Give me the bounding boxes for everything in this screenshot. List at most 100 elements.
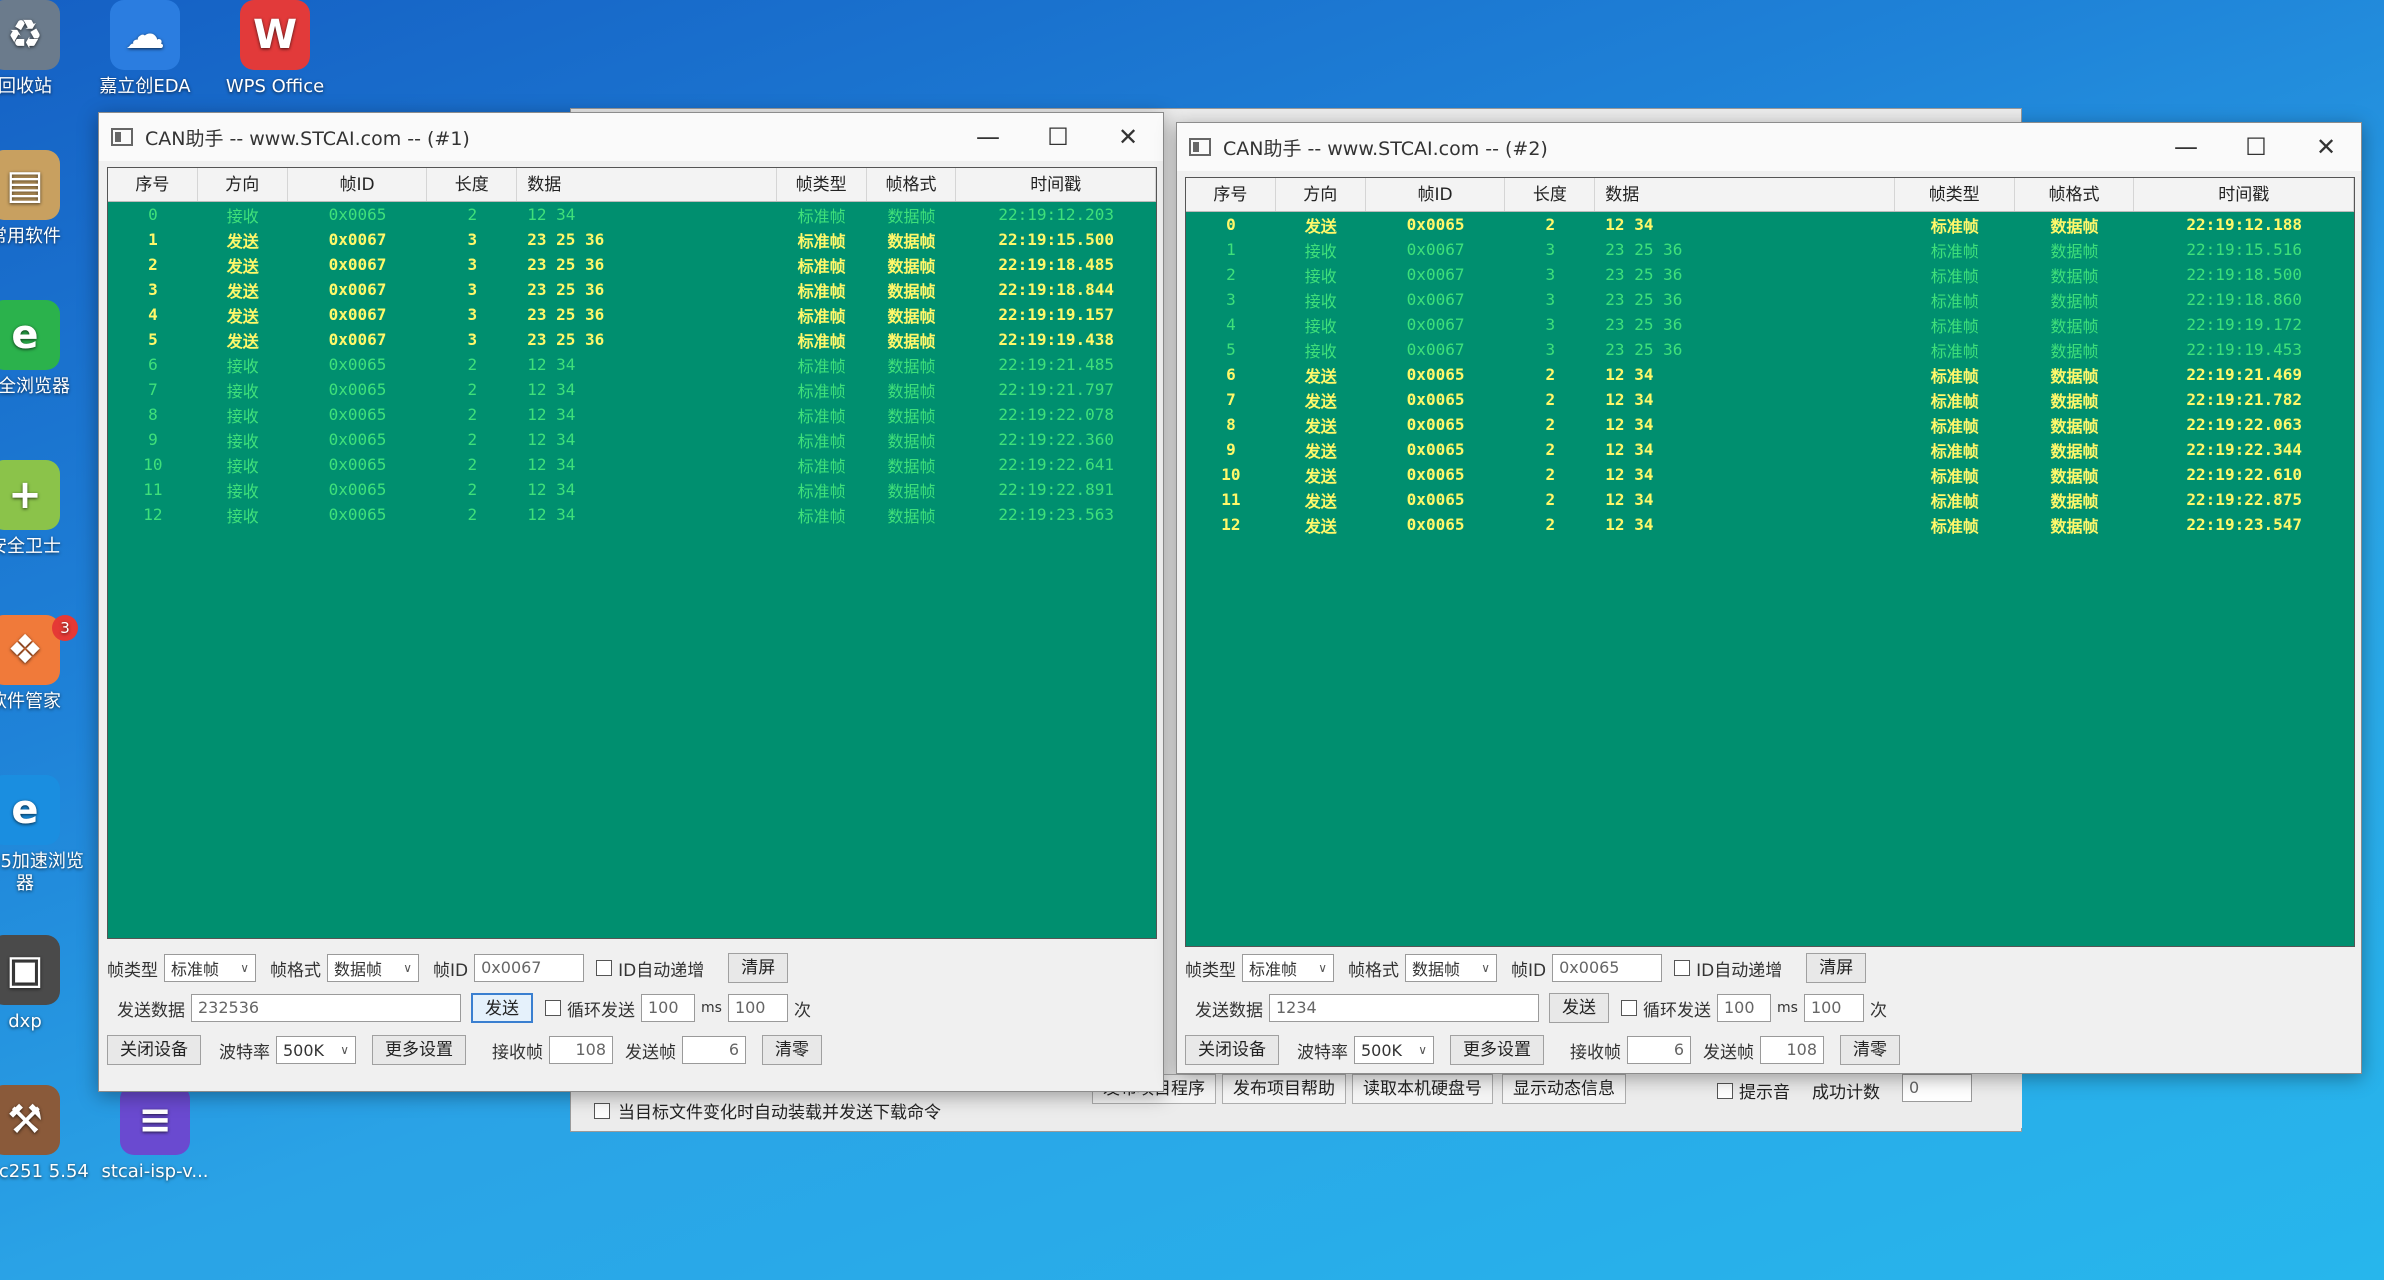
table-row[interactable]: 8 接收 0x0065 2 12 34 标准帧 数据帧 22:19:22.078 [108, 402, 1156, 427]
show-dynamic-info-button[interactable]: 显示动态信息 [1502, 1074, 1626, 1104]
window-1-titlebar[interactable]: CAN助手 -- www.STCAI.com -- (#1) — ☐ ✕ [99, 113, 1163, 161]
table-row[interactable]: 9 发送 0x0065 2 12 34 标准帧 数据帧 22:19:22.344 [1186, 437, 2354, 462]
baud-rate-select[interactable]: 500K ∨ [1354, 1036, 1434, 1064]
table-row[interactable]: 4 接收 0x0067 3 23 25 36 标准帧 数据帧 22:19:19.172 [1186, 312, 2354, 337]
desktop-icon[interactable]: + 安全卫士 [0, 460, 90, 558]
send-times-input[interactable]: 100 [727, 994, 788, 1022]
column-header-frame-type[interactable]: 帧类型 [777, 168, 867, 201]
table-row[interactable]: 0 接收 0x0065 2 12 34 标准帧 数据帧 22:19:12.203 [108, 202, 1156, 227]
column-header-frame-id[interactable]: 帧ID [288, 168, 428, 201]
frame-id-input[interactable]: 0x0065 [1552, 954, 1663, 982]
message-grid-2[interactable]: 序号 方向 帧ID 长度 数据 帧类型 帧格式 时间戳 0 发送 0x0065 2 12 34 标准帧数… [1185, 177, 2355, 947]
column-header-timestamp[interactable]: 时间戳 [956, 168, 1156, 201]
more-settings-button[interactable]: 更多设置 [1450, 1035, 1544, 1065]
table-row[interactable]: 1 发送 0x0067 3 23 25 36 标准帧 数据帧 22:19:15.500 [108, 227, 1156, 252]
desktop-icon[interactable]: ▣ dxp [0, 935, 90, 1033]
table-row[interactable]: 2 发送 0x0067 3 23 25 36 标准帧 数据帧 22:19:18.485 [108, 252, 1156, 277]
id-auto-increment-checkbox[interactable] [596, 960, 613, 976]
desktop-icon[interactable]: W WPS Office [210, 0, 340, 98]
auto-download-checkbox-row[interactable]: 当目标文件变化时自动装载并发送下载命令 [594, 1098, 941, 1123]
table-row[interactable]: 12 接收 0x0065 2 12 34 标准帧 数据帧 22:19:23.563 [108, 502, 1156, 527]
column-header-data[interactable]: 数据 [1595, 178, 1895, 211]
interval-input[interactable]: 100 [641, 994, 695, 1022]
send-data-input[interactable]: 1234 [1269, 994, 1539, 1022]
send-button[interactable]: 发送 [471, 993, 533, 1023]
table-row[interactable]: 7 发送 0x0065 2 12 34 标准帧 数据帧 22:19:21.782 [1186, 387, 2354, 412]
table-row[interactable]: 6 发送 0x0065 2 12 34 标准帧 数据帧 22:19:21.469 [1186, 362, 2354, 387]
column-header-direction[interactable]: 方向 [198, 168, 288, 201]
column-header-length[interactable]: 长度 [427, 168, 518, 201]
loop-send-checkbox[interactable] [1621, 1000, 1637, 1016]
desktop-icon[interactable]: e 2345加速浏览器 [0, 775, 90, 895]
frame-format-select[interactable]: 数据帧 ∨ [1405, 954, 1497, 982]
publish-help-button[interactable]: 发布项目帮助 [1222, 1074, 1346, 1104]
table-row[interactable]: 2 接收 0x0067 3 23 25 36 标准帧 数据帧 22:19:18.500 [1186, 262, 2354, 287]
column-header-frame-format[interactable]: 帧格式 [867, 168, 957, 201]
cell-frame-id: 0x0065 [328, 480, 387, 499]
column-header-timestamp[interactable]: 时间戳 [2134, 178, 2354, 211]
table-row[interactable]: 6 接收 0x0065 2 12 34 标准帧 数据帧 22:19:21.485 [108, 352, 1156, 377]
clear-count-button[interactable]: 清零 [1840, 1035, 1900, 1065]
desktop-icon[interactable]: e 安全浏览器 [0, 300, 90, 398]
id-auto-increment-checkbox[interactable] [1674, 960, 1691, 976]
table-row[interactable]: 11 发送 0x0065 2 12 34 标准帧 数据帧 22:19:22.875 [1186, 487, 2354, 512]
close-icon[interactable]: ✕ [1093, 113, 1163, 161]
frame-type-select[interactable]: 标准帧 ∨ [164, 954, 256, 982]
baud-rate-select[interactable]: 500K ∨ [276, 1036, 356, 1064]
column-header-seq[interactable]: 序号 [1186, 178, 1276, 211]
column-header-length[interactable]: 长度 [1505, 178, 1596, 211]
clear-screen-button[interactable]: 清屏 [1806, 953, 1867, 983]
clear-count-button[interactable]: 清零 [762, 1035, 822, 1065]
minimize-icon[interactable]: — [2151, 123, 2221, 171]
send-button[interactable]: 发送 [1549, 993, 1609, 1023]
table-row[interactable]: 4 发送 0x0067 3 23 25 36 标准帧 数据帧 22:19:19.157 [108, 302, 1156, 327]
column-header-frame-format[interactable]: 帧格式 [2015, 178, 2135, 211]
frame-id-input[interactable]: 0x0067 [474, 954, 585, 982]
window-2-titlebar[interactable]: CAN助手 -- www.STCAI.com -- (#2) — ☐ ✕ [1177, 123, 2361, 171]
table-row[interactable]: 12 发送 0x0065 2 12 34 标准帧 数据帧 22:19:23.547 [1186, 512, 2354, 537]
loop-send-checkbox[interactable] [545, 1000, 561, 1016]
desktop-icon[interactable]: ♻ 回收站 [0, 0, 90, 98]
desktop-icon[interactable]: ≡ stcai-isp-v... [90, 1085, 220, 1183]
desktop-icon[interactable]: ▤ 常用软件 [0, 150, 90, 248]
table-row[interactable]: 3 接收 0x0067 3 23 25 36 标准帧 数据帧 22:19:18.860 [1186, 287, 2354, 312]
send-times-input[interactable]: 100 [1803, 994, 1864, 1022]
auto-download-checkbox[interactable] [594, 1102, 610, 1119]
close-device-button[interactable]: 关闭设备 [1185, 1035, 1279, 1065]
desktop-icon[interactable]: ☁ 嘉立创EDA [80, 0, 210, 98]
table-row[interactable]: 9 接收 0x0065 2 12 34 标准帧 数据帧 22:19:22.360 [108, 427, 1156, 452]
more-settings-button[interactable]: 更多设置 [372, 1035, 466, 1065]
close-icon[interactable]: ✕ [2291, 123, 2361, 171]
minimize-icon[interactable]: — [953, 113, 1023, 161]
close-device-button[interactable]: 关闭设备 [107, 1035, 201, 1065]
control-row-device: 关闭设备 波特率 500K ∨ 更多设置 接收帧 108 发送帧 6 清零 [107, 1035, 822, 1065]
send-data-input[interactable]: 232536 [191, 994, 461, 1022]
column-header-frame-id[interactable]: 帧ID [1366, 178, 1506, 211]
sound-checkbox-row[interactable]: 提示音 [1717, 1078, 1790, 1103]
clear-screen-button[interactable]: 清屏 [728, 953, 789, 983]
table-row[interactable]: 11 接收 0x0065 2 12 34 标准帧 数据帧 22:19:22.891 [108, 477, 1156, 502]
table-row[interactable]: 7 接收 0x0065 2 12 34 标准帧 数据帧 22:19:21.797 [108, 377, 1156, 402]
frame-format-select[interactable]: 数据帧 ∨ [327, 954, 419, 982]
table-row[interactable]: 10 接收 0x0065 2 12 34 标准帧 数据帧 22:19:22.641 [108, 452, 1156, 477]
desktop-icon[interactable]: ❖ 软件管家 3 [0, 615, 90, 713]
sound-checkbox[interactable] [1717, 1082, 1733, 1099]
read-disk-id-button[interactable]: 读取本机硬盘号 [1352, 1074, 1493, 1104]
column-header-frame-type[interactable]: 帧类型 [1895, 178, 2015, 211]
table-row[interactable]: 5 发送 0x0067 3 23 25 36 标准帧 数据帧 22:19:19.438 [108, 327, 1156, 352]
maximize-icon[interactable]: ☐ [2221, 123, 2291, 171]
table-row[interactable]: 8 发送 0x0065 2 12 34 标准帧 数据帧 22:19:22.063 [1186, 412, 2354, 437]
column-header-direction[interactable]: 方向 [1276, 178, 1366, 211]
column-header-data[interactable]: 数据 [517, 168, 777, 201]
table-row[interactable]: 10 发送 0x0065 2 12 34 标准帧 数据帧 22:19:22.610 [1186, 462, 2354, 487]
desktop-icon[interactable]: ⚒ Keil c251 5.54 [0, 1085, 90, 1183]
frame-type-select[interactable]: 标准帧 ∨ [1242, 954, 1334, 982]
table-row[interactable]: 3 发送 0x0067 3 23 25 36 标准帧 数据帧 22:19:18.844 [108, 277, 1156, 302]
column-header-seq[interactable]: 序号 [108, 168, 198, 201]
interval-input[interactable]: 100 [1717, 994, 1771, 1022]
table-row[interactable]: 5 接收 0x0067 3 23 25 36 标准帧 数据帧 22:19:19.453 [1186, 337, 2354, 362]
table-row[interactable]: 0 发送 0x0065 2 12 34 标准帧 数据帧 22:19:12.188 [1186, 212, 2354, 237]
message-grid-1[interactable]: 序号 方向 帧ID 长度 数据 帧类型 帧格式 时间戳 0 接收 0x0065 2 12 34 标准帧数… [107, 167, 1157, 939]
table-row[interactable]: 1 接收 0x0067 3 23 25 36 标准帧 数据帧 22:19:15.516 [1186, 237, 2354, 262]
maximize-icon[interactable]: ☐ [1023, 113, 1093, 161]
